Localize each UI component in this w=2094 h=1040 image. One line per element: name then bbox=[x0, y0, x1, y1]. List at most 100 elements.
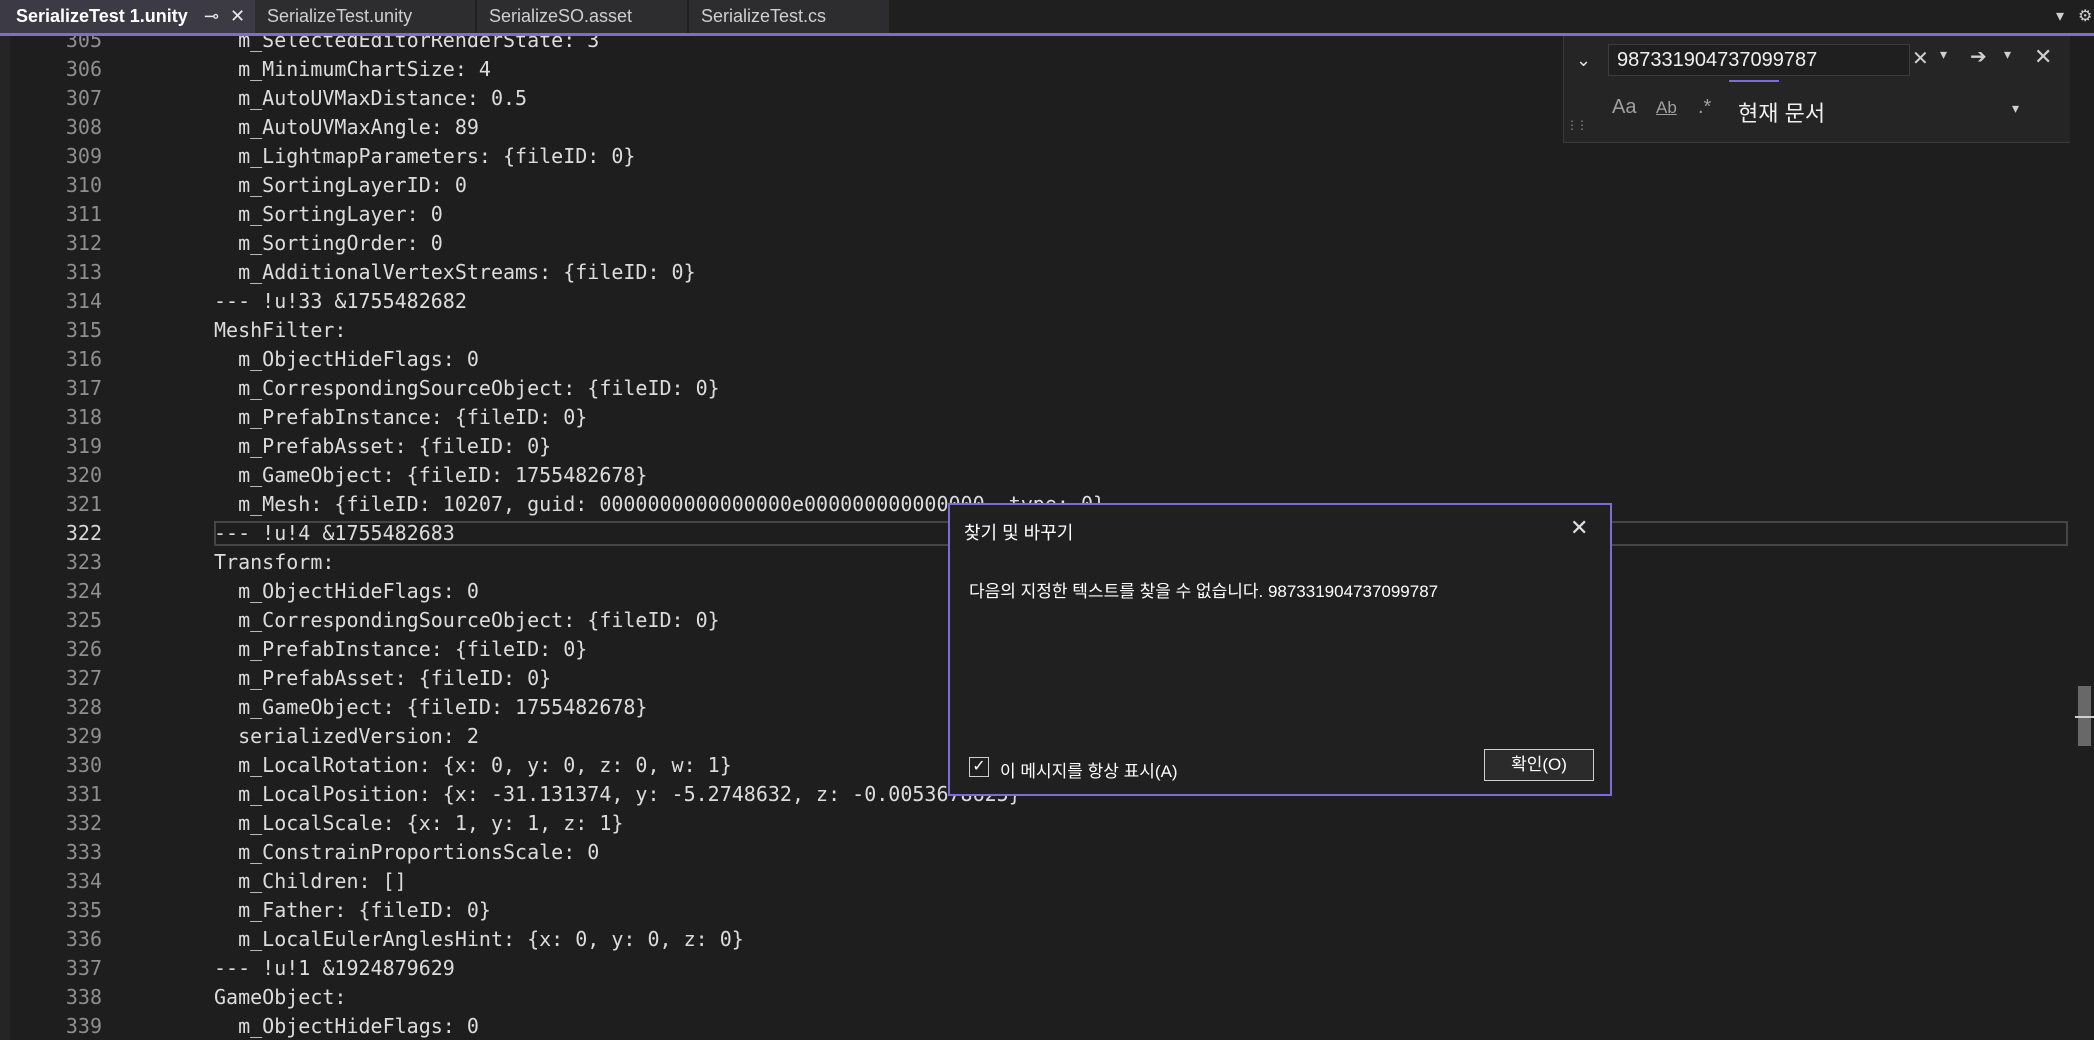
code-text: m_GameObject: {fileID: 1755482678} bbox=[214, 463, 648, 487]
search-scope-select[interactable]: 현재 문서 bbox=[1738, 96, 1825, 128]
line-number: 332 bbox=[65, 811, 102, 835]
dropdown-arrow-icon[interactable]: ▾ bbox=[2012, 100, 2019, 117]
code-text: m_ConstrainProportionsScale: 0 bbox=[214, 840, 600, 864]
code-text: m_SortingLayerID: 0 bbox=[214, 173, 467, 197]
line-number: 314 bbox=[65, 289, 102, 313]
code-text: m_SortingOrder: 0 bbox=[214, 231, 443, 255]
line-number: 331 bbox=[65, 782, 102, 806]
line-number: 309 bbox=[65, 144, 102, 168]
pin-icon[interactable]: ⊸ bbox=[204, 0, 219, 33]
code-line[interactable]: 338 GameObject: bbox=[0, 983, 2075, 1012]
line-number: 306 bbox=[65, 57, 102, 81]
line-number: 308 bbox=[65, 115, 102, 139]
code-text: --- !u!4 &1755482683 bbox=[214, 521, 455, 545]
find-next-arrow-icon[interactable]: ➔ bbox=[1970, 44, 1987, 69]
line-number: 316 bbox=[65, 347, 102, 371]
tab-serializetest-1-unity[interactable]: SerializeTest 1.unity ⊸ ✕ bbox=[0, 0, 258, 33]
code-text: m_LocalScale: {x: 1, y: 1, z: 1} bbox=[214, 811, 624, 835]
ok-button[interactable]: 확인(O) bbox=[1484, 749, 1594, 781]
gear-icon[interactable]: ⚙ bbox=[2078, 0, 2092, 33]
line-number: 336 bbox=[65, 927, 102, 951]
code-line[interactable]: 318 m_PrefabInstance: {fileID: 0} bbox=[0, 403, 2075, 432]
code-line[interactable]: 310 m_SortingLayerID: 0 bbox=[0, 171, 2075, 200]
always-show-checkbox[interactable]: ✓ bbox=[969, 757, 989, 777]
dropdown-arrow-icon[interactable]: ▾ bbox=[2004, 46, 2011, 63]
chevron-down-icon[interactable]: ▾ bbox=[2056, 0, 2064, 33]
line-number: 315 bbox=[65, 318, 102, 342]
code-text: --- !u!1 &1924879629 bbox=[214, 956, 455, 980]
dialog-title: 찾기 및 바꾸기 bbox=[964, 523, 1074, 543]
code-line[interactable]: 334 m_Children: [] bbox=[0, 867, 2075, 896]
regex-icon[interactable]: .* bbox=[1698, 96, 1711, 119]
code-line[interactable]: 313 m_AdditionalVertexStreams: {fileID: … bbox=[0, 258, 2075, 287]
code-line[interactable]: 309 m_LightmapParameters: {fileID: 0} bbox=[0, 142, 2075, 171]
chevron-down-icon[interactable]: ⌄ bbox=[1576, 50, 1591, 71]
line-number: 311 bbox=[65, 202, 102, 226]
code-line[interactable]: 337 --- !u!1 &1924879629 bbox=[0, 954, 2075, 983]
close-icon[interactable]: ✕ bbox=[2034, 44, 2052, 70]
line-number: 310 bbox=[65, 173, 102, 197]
code-line[interactable]: 317 m_CorrespondingSourceObject: {fileID… bbox=[0, 374, 2075, 403]
find-input-cursor-underline bbox=[1729, 80, 1779, 82]
vertical-scrollbar[interactable] bbox=[2075, 36, 2094, 1040]
code-line[interactable]: 314 --- !u!33 &1755482682 bbox=[0, 287, 2075, 316]
whole-word-icon[interactable]: Ab bbox=[1656, 98, 1677, 118]
line-number: 328 bbox=[65, 695, 102, 719]
code-text: m_LocalPosition: {x: -31.131374, y: -5.2… bbox=[214, 782, 1021, 806]
document-tab-bar: SerializeTest 1.unity ⊸ ✕ SerializeTest.… bbox=[0, 0, 2094, 36]
code-text: m_PrefabInstance: {fileID: 0} bbox=[214, 637, 588, 661]
code-text: m_ObjectHideFlags: 0 bbox=[214, 347, 479, 371]
line-number: 333 bbox=[65, 840, 102, 864]
always-show-checkbox-label[interactable]: 이 메시지를 항상 표시(A) bbox=[1000, 757, 1178, 782]
code-line[interactable]: 336 m_LocalEulerAnglesHint: {x: 0, y: 0,… bbox=[0, 925, 2075, 954]
code-text: m_GameObject: {fileID: 1755482678} bbox=[214, 695, 648, 719]
find-widget: ⌄ 987331904737099787 ✕ ▾ ➔ ▾ ✕ Aa Ab .* … bbox=[1563, 36, 2070, 143]
close-icon[interactable]: ✕ bbox=[1570, 515, 1588, 541]
code-line[interactable]: 319 m_PrefabAsset: {fileID: 0} bbox=[0, 432, 2075, 461]
tab-serializetest-unity[interactable]: SerializeTest.unity bbox=[255, 0, 475, 33]
scrollbar-caret-marker bbox=[2075, 716, 2094, 718]
code-line[interactable]: 316 m_ObjectHideFlags: 0 bbox=[0, 345, 2075, 374]
code-line[interactable]: 315 MeshFilter: bbox=[0, 316, 2075, 345]
line-number: 327 bbox=[65, 666, 102, 690]
line-number: 326 bbox=[65, 637, 102, 661]
find-input[interactable]: 987331904737099787 bbox=[1608, 44, 1910, 76]
code-line[interactable]: 312 m_SortingOrder: 0 bbox=[0, 229, 2075, 258]
code-line[interactable]: 333 m_ConstrainProportionsScale: 0 bbox=[0, 838, 2075, 867]
line-number: 305 bbox=[65, 36, 102, 52]
line-number: 325 bbox=[65, 608, 102, 632]
code-line[interactable]: 320 m_GameObject: {fileID: 1755482678} bbox=[0, 461, 2075, 490]
dialog-message: 다음의 지정한 텍스트를 찾을 수 없습니다. 9873319047370997… bbox=[969, 582, 1439, 601]
dropdown-arrow-icon[interactable]: ▾ bbox=[1940, 46, 1947, 63]
code-text: m_AdditionalVertexStreams: {fileID: 0} bbox=[214, 260, 696, 284]
line-number: 329 bbox=[65, 724, 102, 748]
tab-label: SerializeTest.cs bbox=[701, 6, 827, 26]
resize-grip-icon[interactable]: ⋮⋮ bbox=[1566, 118, 1588, 132]
tab-serializetest-cs[interactable]: SerializeTest.cs bbox=[689, 0, 889, 33]
code-text: MeshFilter: bbox=[214, 318, 347, 342]
tab-serializeso-asset[interactable]: SerializeSO.asset bbox=[477, 0, 687, 33]
code-line[interactable]: 311 m_SortingLayer: 0 bbox=[0, 200, 2075, 229]
code-text: m_AutoUVMaxAngle: 89 bbox=[214, 115, 479, 139]
code-line[interactable]: 332 m_LocalScale: {x: 1, y: 1, z: 1} bbox=[0, 809, 2075, 838]
code-text: m_ObjectHideFlags: 0 bbox=[214, 579, 479, 603]
tab-label: SerializeTest.unity bbox=[267, 6, 413, 26]
line-number: 312 bbox=[65, 231, 102, 255]
close-icon[interactable]: ✕ bbox=[230, 0, 245, 33]
code-text: m_LocalEulerAnglesHint: {x: 0, y: 0, z: … bbox=[214, 927, 744, 951]
code-text: m_PrefabInstance: {fileID: 0} bbox=[214, 405, 588, 429]
code-text: m_LightmapParameters: {fileID: 0} bbox=[214, 144, 636, 168]
code-text: m_SelectedEditorRenderState: 3 bbox=[214, 36, 600, 52]
line-number: 307 bbox=[65, 86, 102, 110]
line-number: 330 bbox=[65, 753, 102, 777]
code-line[interactable]: 339 m_ObjectHideFlags: 0 bbox=[0, 1012, 2075, 1040]
line-number: 317 bbox=[65, 376, 102, 400]
clear-icon[interactable]: ✕ bbox=[1912, 46, 1929, 71]
line-number: 319 bbox=[65, 434, 102, 458]
match-case-icon[interactable]: Aa bbox=[1612, 96, 1636, 119]
line-number: 338 bbox=[65, 985, 102, 1009]
code-text: m_CorrespondingSourceObject: {fileID: 0} bbox=[214, 608, 720, 632]
code-line[interactable]: 335 m_Father: {fileID: 0} bbox=[0, 896, 2075, 925]
code-text: --- !u!33 &1755482682 bbox=[214, 289, 467, 313]
code-text: m_LocalRotation: {x: 0, y: 0, z: 0, w: 1… bbox=[214, 753, 732, 777]
